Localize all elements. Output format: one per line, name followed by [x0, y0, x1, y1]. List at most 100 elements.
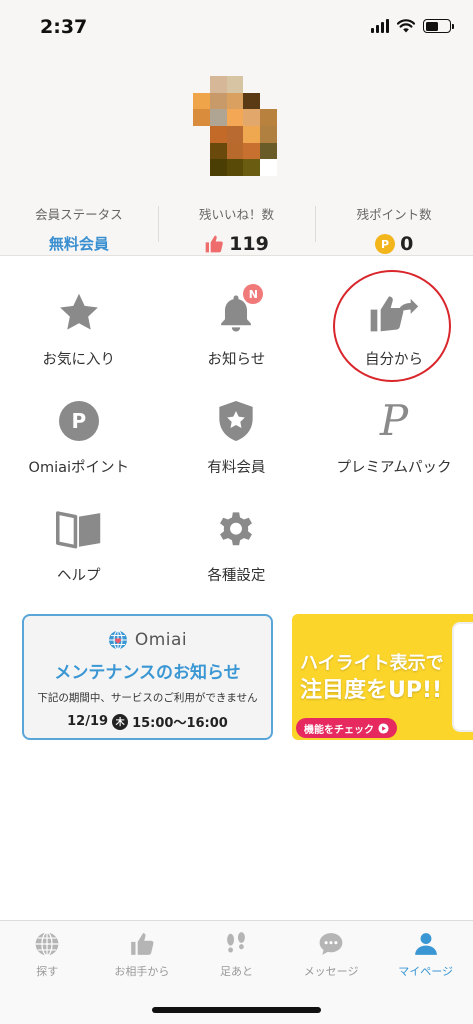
play-circle-icon: [378, 722, 389, 734]
status-icons: [371, 19, 454, 33]
maintenance-day: 木: [112, 713, 129, 730]
membership-status[interactable]: 会員ステータス 無料会員: [0, 200, 158, 255]
stat-label: 会員ステータス: [35, 207, 123, 222]
avatar-pixel: [260, 109, 277, 126]
avatar[interactable]: [193, 76, 277, 176]
promo-line-2: 注目度をUP!!: [300, 678, 443, 703]
stats-row: 会員ステータス 無料会員 残いいね！数 119 残ポイント数 P 0: [0, 200, 473, 255]
avatar-pixel: [209, 125, 227, 143]
menu-item-favorites[interactable]: お気に入り: [0, 280, 158, 388]
menu-item-paid-membership[interactable]: 有料会員: [158, 388, 316, 496]
maintenance-date: 12/19: [67, 714, 109, 729]
shield-star-icon: [219, 401, 254, 441]
menu-item-premium-pack[interactable]: P プレミアムパック: [315, 388, 473, 496]
avatar-pixel: [193, 76, 210, 93]
points-icon: P: [58, 401, 99, 441]
remaining-points[interactable]: 残ポイント数 P 0: [315, 200, 473, 255]
avatar-pixel: [243, 92, 261, 110]
highlight-promo-banner[interactable]: ハイライト表示で 注目度をUP!! 機能をチェック: [292, 614, 473, 740]
cellular-signal-icon: [371, 19, 389, 33]
membership-status-value: 無料会員: [48, 235, 109, 253]
avatar-pixel: [193, 125, 210, 143]
phone-mockup-image: [452, 622, 473, 732]
maintenance-banner[interactable]: Omiai メンテナンスのお知らせ 下記の期間中、サービスのご利用ができません …: [22, 614, 273, 740]
remaining-likes[interactable]: 残いいね！数 119: [157, 200, 316, 255]
stat-label: 残いいね！数: [199, 207, 275, 222]
status-time: 2:37: [40, 16, 88, 38]
menu-label: ヘルプ: [57, 568, 101, 584]
tab-my-page[interactable]: マイページ: [378, 921, 473, 1024]
promo-text: ハイライト表示で 注目度をUP!!: [300, 650, 444, 704]
chat-icon: [319, 933, 343, 955]
avatar-pixel: [243, 125, 261, 143]
avatar-pixel: [226, 125, 244, 143]
menu-label: お気に入り: [42, 352, 116, 368]
menu-label: 各種設定: [207, 568, 266, 584]
remaining-likes-value: 119: [229, 233, 269, 255]
maintenance-subtitle: 下記の期間中、サービスのご利用ができません: [37, 692, 258, 704]
maintenance-schedule: 12/19 木 15:00〜16:00: [24, 712, 271, 731]
person-icon: [414, 933, 437, 955]
avatar-pixel: [226, 109, 244, 126]
menu-label: 有料会員: [207, 460, 266, 476]
avatar-pixel: [260, 142, 277, 160]
check-feature-label: 機能をチェック: [304, 724, 374, 736]
maintenance-time: 15:00〜16:00: [132, 716, 228, 731]
profile-header: 会員ステータス 無料会員 残いいね！数 119 残ポイント数 P 0: [0, 58, 473, 256]
thumbs-up-icon: [131, 933, 154, 955]
avatar-pixel: [226, 142, 244, 160]
highlight-circle: [333, 270, 451, 382]
avatar-pixel: [243, 76, 261, 93]
stat-label: 残ポイント数: [356, 207, 432, 222]
gear-icon: [220, 512, 253, 546]
avatar-pixel: [209, 109, 227, 126]
avatar-pixel: [193, 109, 210, 126]
menu-item-notifications[interactable]: N お知らせ: [158, 280, 316, 388]
menu-label: プレミアムパック: [336, 460, 452, 476]
menu-label: お知らせ: [207, 352, 266, 368]
avatar-pixel: [209, 142, 227, 160]
avatar-pixel: [226, 76, 244, 93]
avatar-pixel: [243, 159, 261, 176]
menu-item-settings[interactable]: 各種設定: [158, 496, 316, 604]
tab-label: メッセージ: [303, 965, 359, 978]
check-feature-button[interactable]: 機能をチェック: [296, 718, 397, 738]
promo-line-1: ハイライト表示で: [300, 653, 444, 674]
tab-search[interactable]: 探す: [0, 921, 95, 1024]
avatar-pixel: [243, 109, 261, 126]
wifi-icon: [397, 19, 415, 33]
avatar-pixel: [209, 92, 227, 110]
battery-icon: [423, 19, 454, 33]
maintenance-title: メンテナンスのお知らせ: [54, 663, 241, 683]
avatar-pixel: [226, 92, 244, 110]
banner-brand-name: Omiai: [134, 630, 188, 650]
avatar-pixel: [260, 76, 277, 93]
avatar-pixel: [193, 142, 210, 160]
avatar-pixel: [260, 159, 277, 176]
avatar-pixel: [260, 92, 277, 110]
tab-label: マイページ: [398, 965, 454, 978]
avatar-pixel: [226, 159, 244, 176]
avatar-pixel: [193, 92, 210, 110]
home-indicator: [152, 1007, 321, 1013]
status-bar: 2:37: [0, 0, 473, 58]
new-badge: N: [243, 284, 264, 304]
avatar-pixel: [209, 159, 227, 176]
star-icon: [59, 293, 98, 330]
menu-item-omiai-points[interactable]: P Omiaiポイント: [0, 388, 158, 496]
avatar-pixel: [209, 76, 227, 93]
footprints-icon: [227, 932, 246, 953]
tab-label: 探す: [36, 965, 59, 978]
menu-item-help[interactable]: ヘルプ: [0, 496, 158, 604]
coin-icon: P: [375, 234, 396, 254]
thumbs-up-icon: [205, 235, 223, 253]
tab-label: 足あと: [219, 965, 253, 978]
omiai-globe-icon: [108, 630, 127, 650]
remaining-points-value: 0: [400, 233, 414, 255]
menu-label: Omiaiポイント: [28, 460, 130, 476]
avatar-pixel: [243, 142, 261, 160]
avatar-pixel: [260, 125, 277, 143]
globe-icon: [35, 932, 59, 956]
avatar-pixel: [193, 159, 210, 176]
tab-label: お相手から: [114, 965, 170, 978]
